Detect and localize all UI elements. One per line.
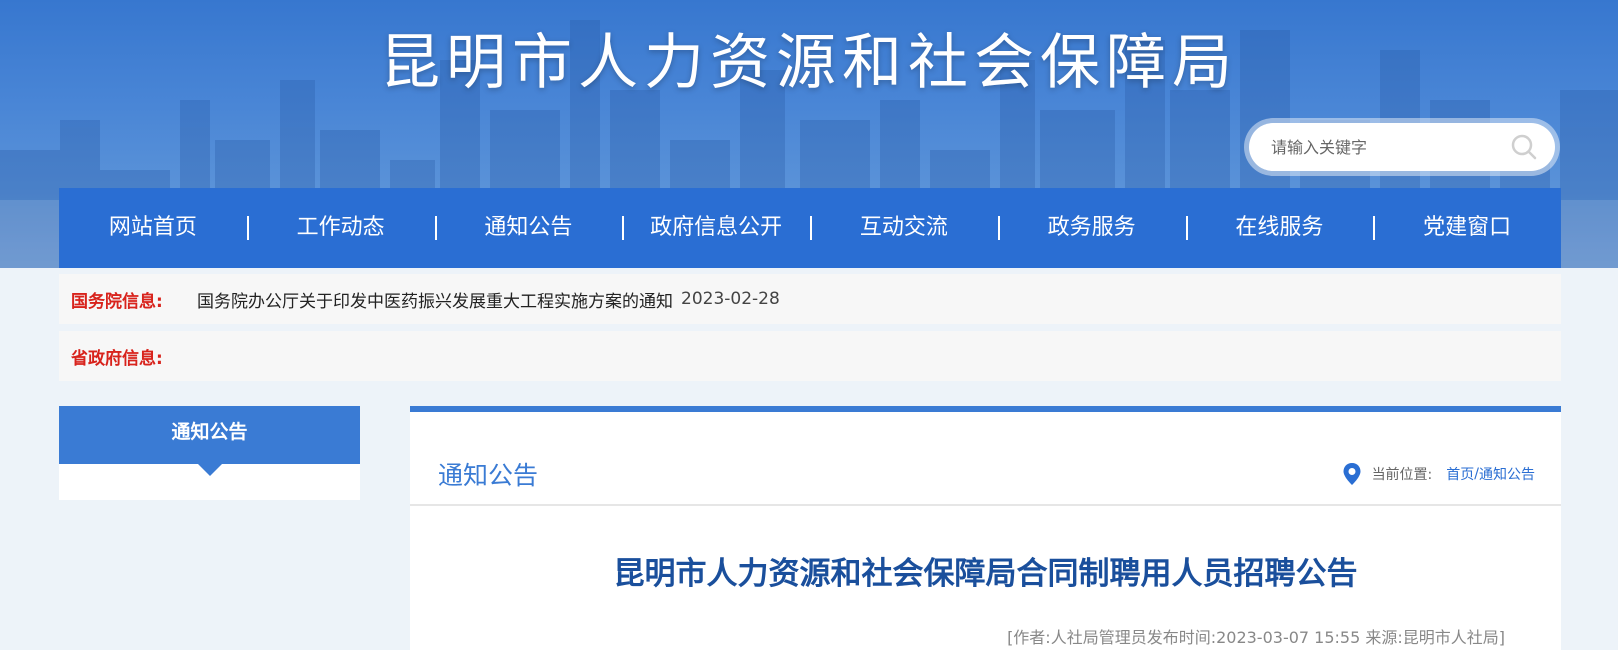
search-inner bbox=[1249, 123, 1555, 171]
section-title: 通知公告 bbox=[438, 461, 539, 490]
state-council-info-row: 国务院信息: 国务院办公厅关于印发中医药振兴发展重大工程实施方案的通知 2023… bbox=[59, 274, 1561, 324]
breadcrumb-home-link[interactable]: 首页 bbox=[1446, 464, 1474, 484]
breadcrumb-current-link[interactable]: 通知公告 bbox=[1479, 464, 1535, 484]
province-info-row: 省政府信息: bbox=[59, 331, 1561, 381]
state-council-info-label: 国务院信息: bbox=[71, 291, 163, 312]
main-content-panel: 通知公告 当前位置: 首页 / 通知公告 昆明市人力资源和社会保障局合同制聘用人… bbox=[410, 406, 1561, 650]
location-pin-icon bbox=[1343, 463, 1361, 485]
content-header: 通知公告 当前位置: 首页 / 通知公告 bbox=[410, 412, 1561, 506]
sidebar: 通知公告 bbox=[59, 406, 360, 500]
nav-item-gov-info-disclosure[interactable]: 政府信息公开 bbox=[622, 188, 810, 268]
search-box bbox=[1244, 118, 1560, 176]
search-input[interactable] bbox=[1271, 137, 1491, 157]
nav-item-notices[interactable]: 通知公告 bbox=[434, 188, 623, 268]
location-label: 当前位置: bbox=[1371, 467, 1433, 483]
province-info-label: 省政府信息: bbox=[71, 348, 163, 369]
state-council-info-link[interactable]: 国务院办公厅关于印发中医药振兴发展重大工程实施方案的通知 bbox=[197, 287, 673, 312]
nav-item-online-services[interactable]: 在线服务 bbox=[1185, 188, 1374, 268]
search-icon[interactable] bbox=[1509, 132, 1539, 162]
article-title: 昆明市人力资源和社会保障局合同制聘用人员招聘公告 bbox=[613, 556, 1358, 592]
sidebar-title: 通知公告 bbox=[171, 421, 248, 443]
breadcrumb: 当前位置: 首页 / 通知公告 bbox=[1342, 462, 1535, 486]
nav-item-gov-services[interactable]: 政务服务 bbox=[997, 188, 1186, 268]
nav-item-interaction[interactable]: 互动交流 bbox=[810, 188, 998, 268]
main-nav: 网站首页 工作动态 通知公告 政府信息公开 互动交流 政务服务 在线服务 党建窗… bbox=[59, 188, 1561, 268]
nav-item-work-news[interactable]: 工作动态 bbox=[246, 188, 435, 268]
article-meta: [作者:人社局管理员发布时间:2023-03-07 15:55 来源:昆明市人社… bbox=[1007, 628, 1505, 647]
sidebar-header[interactable]: 通知公告 bbox=[59, 406, 360, 476]
nav-item-party-building[interactable]: 党建窗口 bbox=[1373, 188, 1561, 268]
sidebar-pointer-arrow bbox=[197, 464, 222, 476]
state-council-info-date: 2023-02-28 bbox=[681, 289, 780, 309]
nav-item-home[interactable]: 网站首页 bbox=[59, 188, 247, 268]
site-title: 昆明市人力资源和社会保障局 bbox=[380, 28, 1238, 98]
